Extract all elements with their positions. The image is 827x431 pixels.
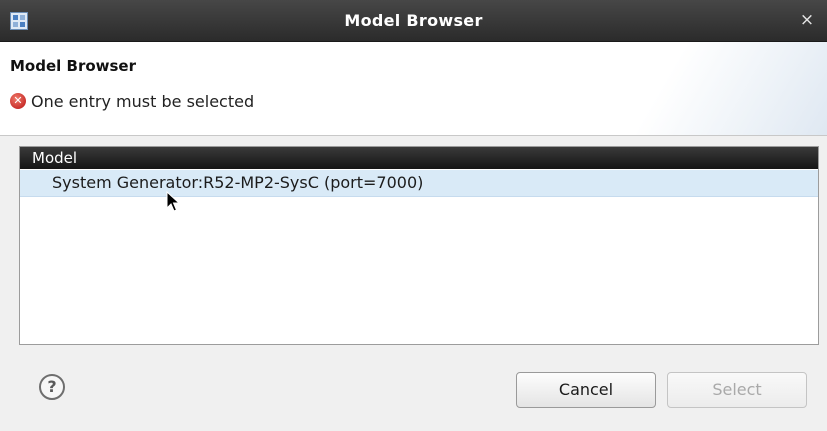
cancel-button[interactable]: Cancel [516, 372, 656, 408]
title-bar[interactable]: Model Browser × [0, 0, 827, 42]
select-button[interactable]: Select [667, 372, 807, 408]
help-icon[interactable]: ? [39, 374, 65, 400]
column-header-model[interactable]: Model [20, 147, 818, 169]
close-icon[interactable]: × [800, 10, 814, 30]
error-message-row: ✕ One entry must be selected [10, 91, 254, 111]
window-title: Model Browser [344, 11, 483, 30]
mouse-cursor-icon [166, 191, 181, 212]
model-browser-dialog: Model Browser × Model Browser ✕ One entr… [0, 0, 827, 431]
error-icon: ✕ [10, 93, 26, 109]
close-button[interactable]: × [797, 10, 817, 30]
dialog-title: Model Browser [10, 57, 136, 75]
dialog-header: Model Browser ✕ One entry must be select… [0, 42, 827, 136]
model-table[interactable]: Model System Generator:R52-MP2-SysC (por… [19, 146, 819, 345]
error-message: One entry must be selected [31, 91, 255, 111]
table-row[interactable]: System Generator:R52-MP2-SysC (port=7000… [20, 170, 818, 197]
